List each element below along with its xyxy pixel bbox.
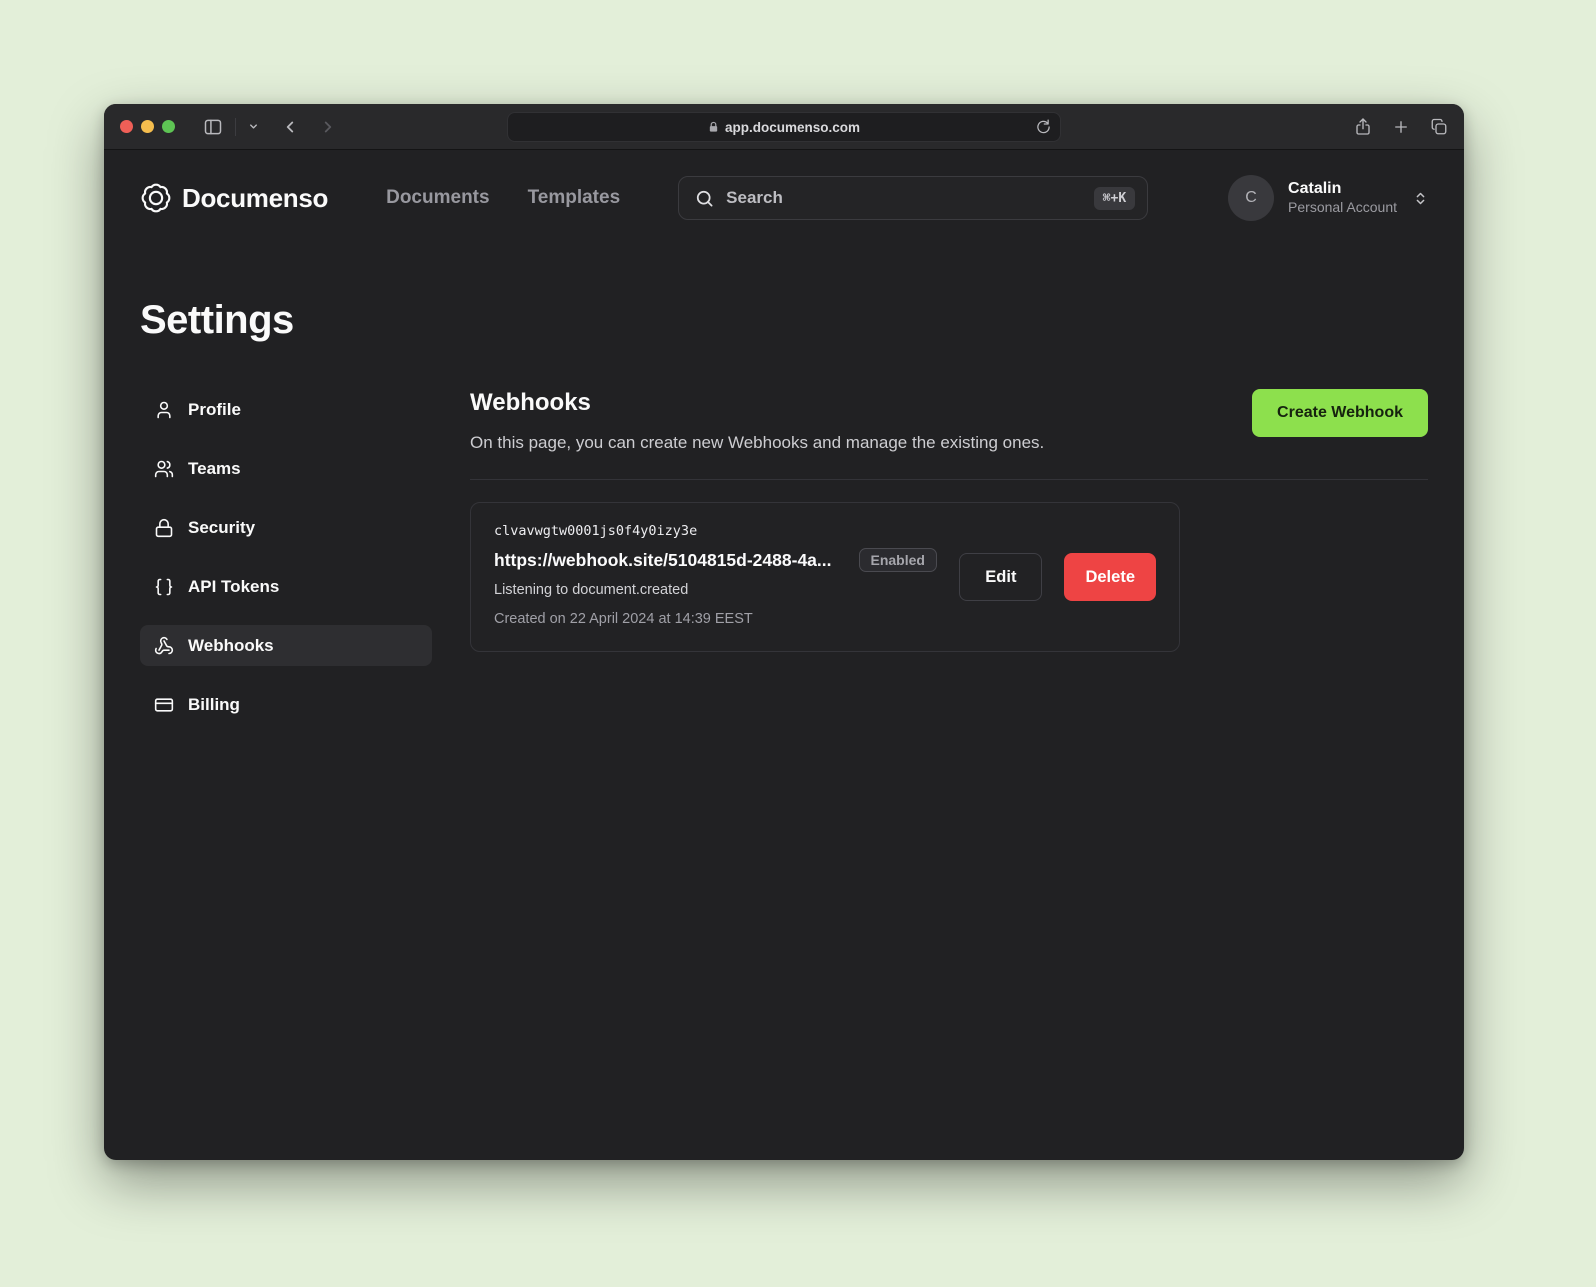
- create-webhook-button[interactable]: Create Webhook: [1252, 389, 1428, 437]
- address-bar[interactable]: app.documenso.com: [507, 112, 1061, 142]
- sidebar-toggle-icon[interactable]: [203, 117, 223, 137]
- webhooks-panel: Webhooks On this page, you can create ne…: [470, 389, 1428, 743]
- webhook-icon: [154, 636, 174, 656]
- lock-icon: [154, 518, 174, 538]
- new-tab-icon[interactable]: [1392, 118, 1410, 136]
- sidebar-item-label: Security: [188, 518, 255, 538]
- webhook-created: Created on 22 April 2024 at 14:39 EEST: [494, 611, 937, 627]
- status-badge: Enabled: [859, 548, 937, 572]
- primary-nav: Documents Templates: [386, 187, 620, 209]
- sidebar-item-teams[interactable]: Teams: [140, 448, 432, 489]
- sidebar-item-webhooks[interactable]: Webhooks: [140, 625, 432, 666]
- documenso-badge-icon: [140, 182, 172, 214]
- search-box[interactable]: ⌘+K: [678, 176, 1148, 220]
- chevrons-up-down-icon: [1413, 191, 1428, 206]
- browser-toolbar: app.documenso.com: [104, 104, 1464, 150]
- page-title: Settings: [140, 298, 1428, 343]
- users-icon: [154, 459, 174, 479]
- user-icon: [154, 400, 174, 420]
- brand-name: Documenso: [182, 183, 328, 214]
- webhook-url: https://webhook.site/5104815d-2488-4a...: [494, 550, 832, 571]
- sidebar-dropdown-chevron-icon[interactable]: [248, 121, 259, 132]
- sidebar-item-api-tokens[interactable]: API Tokens: [140, 566, 432, 607]
- account-name: Catalin: [1288, 179, 1397, 199]
- account-type: Personal Account: [1288, 199, 1397, 217]
- nav-templates[interactable]: Templates: [528, 187, 621, 209]
- search-icon: [695, 189, 714, 208]
- credit-card-icon: [154, 695, 174, 715]
- zoom-window-button[interactable]: [162, 120, 175, 133]
- section-heading: Webhooks: [470, 389, 1044, 417]
- address-bar-url: app.documenso.com: [725, 120, 860, 135]
- close-window-button[interactable]: [120, 120, 133, 133]
- section-divider: [470, 479, 1428, 480]
- sidebar-item-profile[interactable]: Profile: [140, 389, 432, 430]
- sidebar-item-label: Profile: [188, 400, 241, 420]
- browser-window: app.documenso.com Documenso Docu: [104, 104, 1464, 1160]
- account-menu[interactable]: C Catalin Personal Account: [1228, 175, 1428, 221]
- webhook-listening: Listening to document.created: [494, 582, 937, 598]
- section-description: On this page, you can create new Webhook…: [470, 433, 1044, 453]
- app-navbar: Documenso Documents Templates ⌘+K C Cata…: [104, 150, 1464, 246]
- sidebar-item-security[interactable]: Security: [140, 507, 432, 548]
- search-shortcut-badge: ⌘+K: [1094, 187, 1135, 210]
- tls-lock-icon: [708, 121, 719, 133]
- webhook-card: clvavwgtw0001js0f4y0izy3e https://webhoo…: [470, 502, 1180, 652]
- traffic-lights: [120, 120, 175, 133]
- documenso-logo[interactable]: Documenso: [140, 182, 328, 214]
- search-input[interactable]: [726, 188, 1082, 208]
- webhook-id: clvavwgtw0001js0f4y0izy3e: [494, 523, 937, 539]
- toolbar-divider: [235, 118, 236, 136]
- sidebar-item-label: API Tokens: [188, 577, 279, 597]
- delete-webhook-button[interactable]: Delete: [1064, 553, 1156, 601]
- sidebar-item-label: Webhooks: [188, 636, 274, 656]
- sidebar-item-label: Teams: [188, 459, 241, 479]
- minimize-window-button[interactable]: [141, 120, 154, 133]
- braces-icon: [154, 577, 174, 597]
- sidebar-item-billing[interactable]: Billing: [140, 684, 432, 725]
- back-button[interactable]: [281, 118, 299, 136]
- avatar: C: [1228, 175, 1274, 221]
- settings-sidebar: Profile Teams Security: [140, 389, 432, 743]
- share-icon[interactable]: [1354, 117, 1372, 136]
- edit-webhook-button[interactable]: Edit: [959, 553, 1042, 601]
- tab-overview-icon[interactable]: [1430, 118, 1448, 136]
- forward-button[interactable]: [319, 118, 337, 136]
- reload-icon[interactable]: [1036, 120, 1051, 135]
- sidebar-item-label: Billing: [188, 695, 240, 715]
- nav-documents[interactable]: Documents: [386, 187, 489, 209]
